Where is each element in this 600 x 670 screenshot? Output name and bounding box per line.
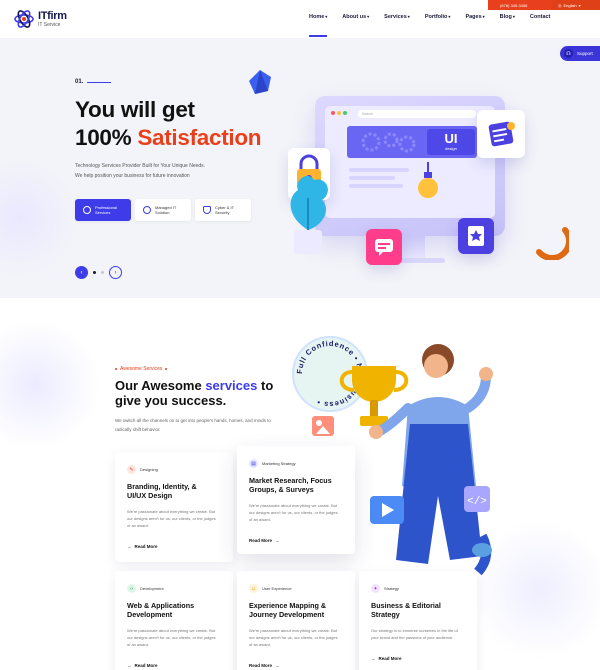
card-description: We're passionate about everything we cre…: [127, 628, 216, 647]
arrow-right-icon: →: [275, 663, 280, 668]
nav-blog[interactable]: Blog▾: [496, 14, 519, 38]
chevron-down-icon: ▾: [367, 14, 370, 19]
card-description: We're passionate about everything we cre…: [249, 628, 338, 647]
read-more-link[interactable]: → Read More: [127, 544, 221, 549]
slide-number: 01.: [75, 79, 112, 85]
cyber-it-security-button[interactable]: Cyber & IT Security: [195, 199, 251, 221]
card-title: Experience Mapping & Journey Development: [249, 601, 327, 619]
settings-icon: [83, 206, 91, 214]
ui-design-card: UI design: [427, 129, 475, 155]
card-title: Market Research, Focus Groups, & Surveys: [249, 476, 332, 494]
services-description: We switch all the channels on to get int…: [115, 418, 271, 432]
chevron-down-icon: ▾: [512, 14, 515, 19]
plant-decoration: [290, 175, 328, 254]
card-description: Our strategy is to immerse ourselves in …: [371, 628, 458, 640]
illustration-search: Search: [358, 110, 476, 118]
card-title: Web & Applications Development: [127, 601, 195, 619]
read-more-link[interactable]: Read More →: [249, 538, 343, 543]
arrow-right-icon: →: [127, 544, 132, 549]
slider-dot[interactable]: [101, 271, 104, 274]
hero-description: Technology Services Provider Built for Y…: [75, 163, 206, 179]
card-title: Business & Editorial Strategy: [371, 601, 441, 619]
slider-dot-active[interactable]: [93, 271, 96, 274]
hero-slider-controls: ‹ ›: [75, 266, 122, 279]
document-card: [477, 110, 525, 158]
chevron-left-icon: ‹: [80, 269, 83, 276]
service-card-designing[interactable]: ✎ Designing Branding, Identity, & UI/UX D…: [115, 452, 233, 562]
chevron-right-icon: ›: [114, 269, 117, 276]
gear-icon: [143, 206, 151, 214]
shield-icon: [203, 206, 211, 214]
gem-decoration: [249, 70, 271, 94]
arrow-right-icon: →: [127, 663, 132, 668]
card-title: Branding, Identity, & UI/UX Design: [127, 482, 197, 500]
nav-pages[interactable]: Pages▾: [461, 14, 488, 38]
nav-home[interactable]: Home▾: [305, 14, 331, 38]
logo[interactable]: ITfirm IT Service: [14, 9, 67, 29]
card-description: We're passionate about everything we cre…: [127, 509, 216, 528]
logo-icon: [14, 9, 34, 29]
services-title: Our Awesome services to give you success…: [115, 378, 274, 408]
slider-prev-button[interactable]: ‹: [75, 266, 88, 279]
nav-about[interactable]: About us▾: [338, 14, 373, 38]
hero-section: Search UI design 01. You will get 100% S…: [0, 38, 600, 298]
hero-feature-buttons: Professional Services Managed IT Solution …: [75, 199, 251, 221]
chat-card: [366, 229, 402, 265]
ring-decoration: [536, 227, 569, 260]
bulb-decoration: [418, 162, 438, 198]
managed-it-solution-button[interactable]: Managed IT Solution: [135, 199, 191, 221]
slider-next-button[interactable]: ›: [109, 266, 122, 279]
main-nav: Home▾ About us▾ Services▾ Portfolio▾ Pag…: [305, 14, 554, 38]
support-button[interactable]: ☊ Support: [560, 46, 600, 61]
read-more-link[interactable]: → Read More: [371, 656, 465, 661]
smile-icon: ☺: [249, 584, 258, 593]
nav-services[interactable]: Services▾: [380, 14, 414, 38]
service-card-user-experience[interactable]: ☺ User Experience Experience Mapping & Jo…: [237, 571, 355, 670]
bulb-icon: ✦: [371, 584, 380, 593]
brush-icon: ✎: [127, 465, 136, 474]
hero-title: You will get 100% Satisfaction: [75, 97, 262, 150]
chevron-down-icon: ▾: [448, 14, 451, 19]
nav-portfolio[interactable]: Portfolio▾: [421, 14, 455, 38]
service-card-development[interactable]: ‹› Development Web & Applications Develop…: [115, 571, 233, 670]
site-header: ITfirm IT Service Home▾ About us▾ Servic…: [0, 0, 600, 38]
code-icon: ‹›: [127, 584, 136, 593]
star-card: [458, 218, 494, 254]
professional-services-button[interactable]: Professional Services: [75, 199, 131, 221]
read-more-link[interactable]: Read More →: [249, 663, 343, 668]
arrow-right-icon: →: [371, 656, 376, 661]
brand-tagline: IT Service: [38, 22, 61, 28]
read-more-link[interactable]: → Read More: [127, 663, 221, 668]
brand-name: ITfirm: [38, 10, 67, 22]
chevron-down-icon: ▾: [407, 14, 410, 19]
code-icon: </>: [467, 496, 487, 508]
service-card-marketing[interactable]: ▤ Marketing Strategy Market Research, Foc…: [237, 446, 355, 554]
chevron-down-icon: ▾: [325, 14, 328, 19]
chevron-down-icon: ▾: [482, 14, 485, 19]
headset-icon: ☊: [564, 49, 573, 58]
section-label: Awesome Services: [115, 366, 168, 372]
nav-contact[interactable]: Contact: [526, 14, 554, 38]
service-card-strategy[interactable]: ✦ Strategy Business & Editorial Strategy …: [359, 571, 477, 670]
chart-icon: ▤: [249, 459, 258, 468]
arrow-right-icon: →: [275, 538, 280, 543]
card-description: We're passionate about everything we cre…: [249, 503, 338, 522]
